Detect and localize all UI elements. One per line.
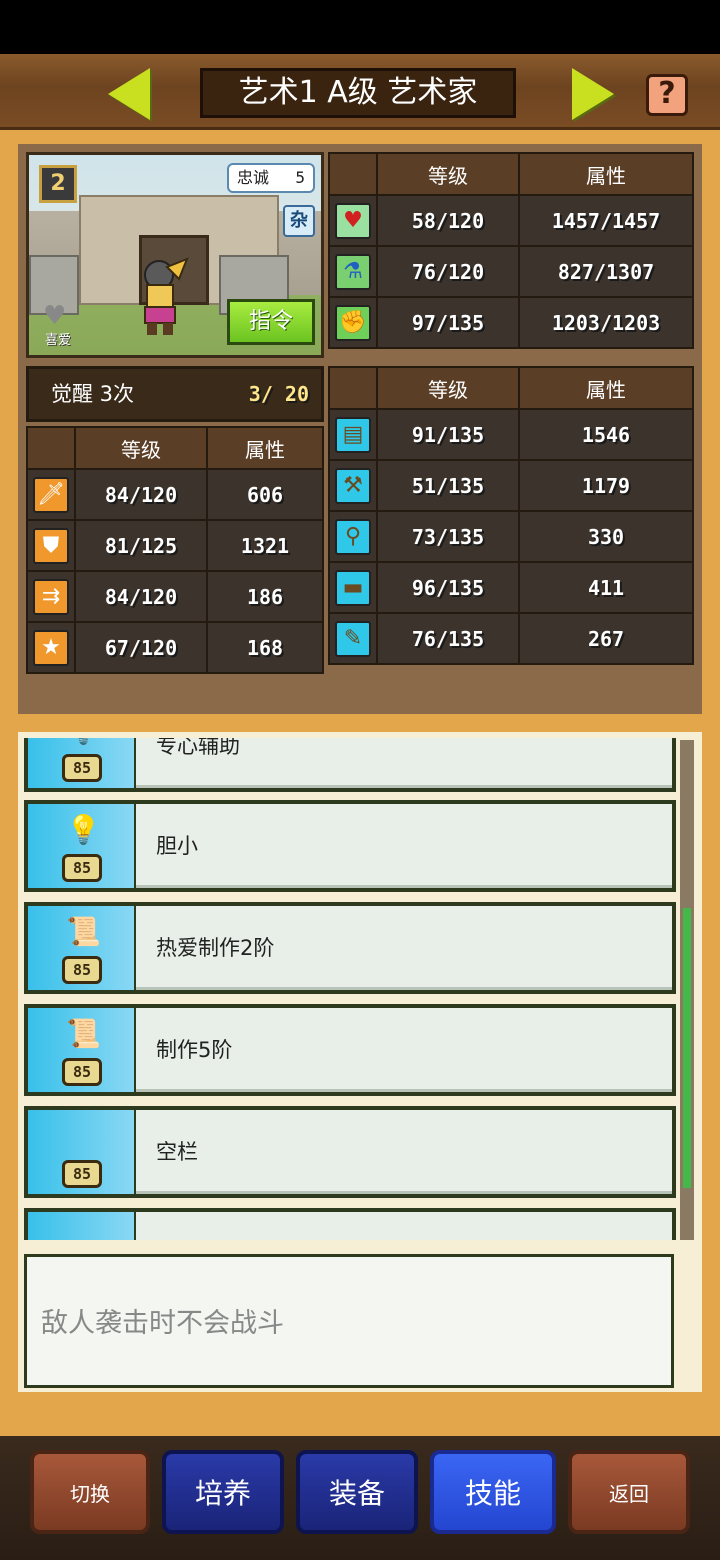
awaken-label: 觉醒 3次 — [51, 382, 135, 406]
arrows-icon: ⇉ — [33, 578, 69, 615]
switch-button[interactable]: 切换 — [30, 1450, 150, 1534]
scroll-icon: ✎ — [335, 620, 371, 657]
skills-list[interactable]: 💡 85 专心辅助 💡 85 胆小 📜 85 热爱制作2阶 📜 85 制作5阶 … — [22, 738, 678, 1240]
scroll-icon: 📜 — [66, 1017, 101, 1050]
character-title: 艺术1 A级 艺术家 — [200, 68, 516, 118]
awaken-count: 3/ 20 — [248, 382, 309, 406]
header-level: 等级 — [376, 366, 520, 410]
header-level: 等级 — [74, 426, 208, 470]
type-badge: 杂 — [283, 205, 315, 237]
heart-outline-icon[interactable]: ♥ — [43, 303, 73, 329]
strength-icon: ✊ — [335, 304, 371, 341]
table-row: ⛊ 81/125 1321 — [26, 519, 324, 572]
like-label: 喜爱 — [45, 333, 72, 348]
shield-icon: ⛊ — [33, 527, 69, 564]
hammer-icon: ⚒ — [335, 467, 371, 504]
header-attr: 属性 — [206, 426, 324, 470]
help-button[interactable]: ? — [646, 74, 688, 116]
lightbulb-icon: 💡 — [66, 813, 101, 846]
skill-name: 空栏 — [156, 1140, 198, 1164]
command-button[interactable]: 指令 — [227, 299, 315, 345]
table-row: ✊ 97/135 1203/1203 — [328, 296, 694, 349]
table-row: ★ 67/120 168 — [26, 621, 324, 674]
skill-level-badge: 85 — [62, 1058, 102, 1086]
hero-sprite — [144, 257, 189, 335]
tab-equip[interactable]: 装备 — [296, 1450, 418, 1534]
skill-level-badge: 85 — [62, 854, 102, 882]
potion-icon: ⚗ — [335, 253, 371, 290]
rank-badge: 2 — [39, 165, 77, 203]
loyalty-badge: 忠诚 5 — [227, 163, 315, 193]
combat-stats-table: 等级 属性 🗡 84/120 606 ⛊ 81/125 1321 ⇉ 84/12… — [26, 426, 324, 674]
skills-scrollbar-thumb[interactable] — [683, 908, 691, 1188]
skill-item[interactable]: 💡 85 胆小 — [24, 800, 676, 892]
star-icon: ★ — [33, 629, 69, 666]
lightbulb-icon: 💡 — [66, 738, 101, 750]
header-attr: 属性 — [518, 366, 694, 410]
skill-name: 制作5阶 — [156, 1038, 233, 1062]
shovel-icon: ⚲ — [335, 518, 371, 555]
table-row: 🗡 84/120 606 — [26, 468, 324, 521]
skill-item[interactable]: 💡 85 专心辅助 — [24, 738, 676, 792]
awaken-box: 觉醒 3次 3/ 20 — [26, 366, 324, 422]
skill-level-badge: 85 — [62, 956, 102, 984]
loyalty-label: 忠诚 — [237, 168, 270, 187]
skill-level-badge: 85 — [62, 754, 102, 782]
status-bar — [0, 0, 720, 54]
skill-item[interactable]: 📜 85 热爱制作2阶 — [24, 902, 676, 994]
heart-icon: ♥ — [335, 202, 371, 239]
skill-item[interactable] — [24, 1208, 676, 1240]
loyalty-value: 5 — [295, 168, 305, 187]
skill-description: 敌人袭击时不会战斗 — [24, 1254, 674, 1388]
skill-name: 胆小 — [156, 834, 198, 858]
skill-item[interactable]: 📜 85 制作5阶 — [24, 1004, 676, 1096]
tab-train[interactable]: 培养 — [162, 1450, 284, 1534]
table-row: ♥ 58/120 1457/1457 — [328, 194, 694, 247]
back-button[interactable]: 返回 — [568, 1450, 690, 1534]
table-row: ▤ 91/135 1546 — [328, 408, 694, 461]
skill-name: 热爱制作2阶 — [156, 936, 275, 960]
table-row: ⇉ 84/120 186 — [26, 570, 324, 623]
chest-icon: ▬ — [335, 569, 371, 606]
skill-level-badge: 85 — [62, 1160, 102, 1188]
skill-name: 专心辅助 — [156, 738, 240, 758]
table-row: ⚲ 73/135 330 — [328, 510, 694, 563]
table-row: ⚗ 76/120 827/1307 — [328, 245, 694, 298]
top-stats-table: 等级 属性 ♥ 58/120 1457/1457 ⚗ 76/120 827/13… — [328, 152, 694, 349]
table-row: ✎ 76/135 267 — [328, 612, 694, 665]
sword-icon: 🗡 — [33, 476, 69, 513]
next-character-arrow-icon[interactable] — [572, 68, 614, 120]
prev-character-arrow-icon[interactable] — [108, 68, 150, 120]
work-stats-table: 等级 属性 ▤ 91/135 1546 ⚒ 51/135 1179 ⚲ 73/1… — [328, 366, 694, 665]
header-level: 等级 — [376, 152, 520, 196]
header-attr: 属性 — [518, 152, 694, 196]
table-row: ⚒ 51/135 1179 — [328, 459, 694, 512]
skill-item[interactable]: 85 空栏 — [24, 1106, 676, 1198]
character-portrait: 2 忠诚 5 杂 ♥ 喜爱 指令 — [26, 152, 324, 358]
tab-skills[interactable]: 技能 — [430, 1450, 556, 1534]
table-row: ▬ 96/135 411 — [328, 561, 694, 614]
scroll-icon: 📜 — [66, 915, 101, 948]
book-icon: ▤ — [335, 416, 371, 453]
